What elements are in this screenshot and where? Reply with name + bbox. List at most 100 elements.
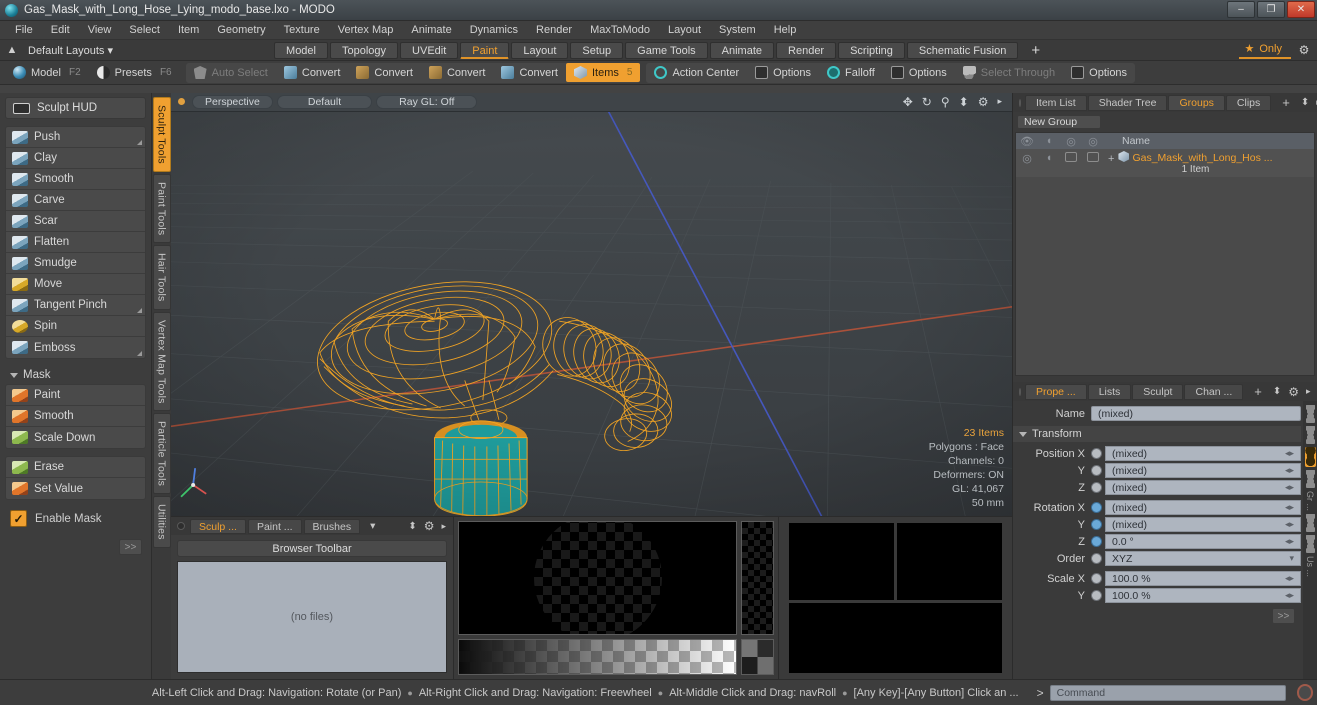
record-icon[interactable] bbox=[1297, 684, 1313, 701]
rotate-icon[interactable]: ↻ bbox=[922, 95, 932, 109]
convert-edge-button[interactable]: Convert bbox=[348, 63, 421, 82]
scale-x-key-dot[interactable] bbox=[1091, 573, 1102, 584]
brush-value-swatch[interactable] bbox=[741, 639, 774, 675]
side-tab-5[interactable] bbox=[1306, 535, 1315, 553]
vtab-vertex-map-tools[interactable]: Vertex Map Tools bbox=[153, 312, 171, 412]
tool-smooth[interactable]: Smooth bbox=[6, 169, 145, 190]
name-field[interactable]: (mixed) bbox=[1091, 406, 1301, 421]
browser-menu-dot-icon[interactable] bbox=[177, 522, 185, 530]
tool-emboss[interactable]: Emboss bbox=[6, 337, 145, 358]
tool-flatten[interactable]: Flatten bbox=[6, 232, 145, 253]
mode-model-button[interactable]: Model F2 bbox=[5, 63, 89, 82]
row-expand-button[interactable]: + bbox=[1104, 149, 1118, 165]
gear-icon[interactable]: ⚙ bbox=[1288, 385, 1299, 399]
stepper-icon[interactable]: ◂▸ bbox=[1285, 448, 1294, 459]
side-tab-3[interactable] bbox=[1306, 470, 1315, 488]
viewport-raygl-button[interactable]: Ray GL: Off bbox=[376, 95, 477, 109]
select-through-options-button[interactable]: Options bbox=[1063, 63, 1135, 82]
tool-push[interactable]: Push bbox=[6, 127, 145, 148]
viewport-shading-button[interactable]: Default bbox=[277, 95, 372, 109]
side-tab-active[interactable] bbox=[1305, 447, 1316, 467]
row-select-toggle[interactable] bbox=[1082, 149, 1104, 162]
preview-render-panel[interactable] bbox=[779, 517, 1012, 679]
brush-value-gradient[interactable] bbox=[458, 639, 737, 675]
menu-geometry[interactable]: Geometry bbox=[208, 21, 274, 40]
tab-item-list[interactable]: Item List bbox=[1025, 95, 1087, 111]
stepper-icon[interactable]: ◂▸ bbox=[1285, 573, 1294, 584]
select-through-button[interactable]: Select Through bbox=[955, 63, 1063, 82]
stepper-icon[interactable]: ◂▸ bbox=[1285, 482, 1294, 493]
position-x-field[interactable]: (mixed)◂▸ bbox=[1105, 446, 1301, 461]
tab-topology[interactable]: Topology bbox=[330, 42, 398, 59]
tool-tangent-pinch[interactable]: Tangent Pinch bbox=[6, 295, 145, 316]
enable-mask-row[interactable]: ✓ Enable Mask bbox=[5, 507, 146, 527]
falloff-options-button[interactable]: Options bbox=[883, 63, 955, 82]
rotation-y-key-dot[interactable] bbox=[1091, 519, 1102, 530]
tool-move[interactable]: Move bbox=[6, 274, 145, 295]
tab-paint[interactable]: Paint bbox=[460, 42, 509, 59]
rotation-z-key-dot[interactable] bbox=[1091, 536, 1102, 547]
tool-smudge[interactable]: Smudge bbox=[6, 253, 145, 274]
mask-tool-smooth[interactable]: Smooth bbox=[6, 406, 145, 427]
enable-mask-checkbox[interactable]: ✓ bbox=[10, 510, 27, 527]
preview-cell-1[interactable] bbox=[789, 523, 894, 600]
tool-scar[interactable]: Scar bbox=[6, 211, 145, 232]
viewport-menu-dot-icon[interactable] bbox=[178, 98, 185, 105]
add-properties-tab-button[interactable]: + bbox=[1244, 384, 1272, 400]
position-y-key-dot[interactable] bbox=[1091, 465, 1102, 476]
position-z-field[interactable]: (mixed)◂▸ bbox=[1105, 480, 1301, 495]
tab-lists[interactable]: Lists bbox=[1088, 384, 1132, 400]
tool-carve[interactable]: Carve bbox=[6, 190, 145, 211]
mask-tool-scale-down[interactable]: Scale Down bbox=[6, 427, 145, 448]
menu-dynamics[interactable]: Dynamics bbox=[461, 21, 527, 40]
mask-tool-paint[interactable]: Paint bbox=[6, 385, 145, 406]
browser-tab-brushes[interactable]: Brushes bbox=[304, 519, 361, 534]
menu-system[interactable]: System bbox=[710, 21, 765, 40]
row-visibility-toggle[interactable]: ◎ bbox=[1016, 149, 1038, 165]
brush-shape-preview[interactable] bbox=[458, 521, 737, 635]
position-z-key-dot[interactable] bbox=[1091, 482, 1102, 493]
home-icon[interactable]: ▲ bbox=[4, 42, 20, 58]
right-panel-menu-dot-icon[interactable] bbox=[1019, 99, 1021, 107]
only-toggle-button[interactable]: ★ Only bbox=[1239, 42, 1292, 59]
vtab-hair-tools[interactable]: Hair Tools bbox=[153, 245, 171, 310]
menu-view[interactable]: View bbox=[79, 21, 121, 40]
mask-section-header[interactable]: Mask bbox=[5, 366, 146, 384]
rotation-x-key-dot[interactable] bbox=[1091, 502, 1102, 513]
falloff-button[interactable]: Falloff bbox=[819, 63, 883, 82]
rotation-y-field[interactable]: (mixed)◂▸ bbox=[1105, 517, 1301, 532]
browser-tab-sculpt[interactable]: Sculp ... bbox=[190, 519, 246, 534]
close-button[interactable]: ✕ bbox=[1287, 1, 1315, 18]
browser-file-list[interactable]: (no files) bbox=[177, 561, 447, 673]
tab-layout[interactable]: Layout bbox=[511, 42, 568, 59]
scale-x-field[interactable]: 100.0 %◂▸ bbox=[1105, 571, 1301, 586]
menu-maxtomodo[interactable]: MaxToModo bbox=[581, 21, 659, 40]
browser-tab-paint[interactable]: Paint ... bbox=[248, 519, 302, 534]
convert-material-button[interactable]: Convert bbox=[493, 63, 566, 82]
menu-texture[interactable]: Texture bbox=[275, 21, 329, 40]
mask-tool-set-value[interactable]: Set Value bbox=[6, 478, 145, 499]
side-tab-user-label[interactable]: Us ... bbox=[1305, 556, 1315, 577]
convert-polygon-button[interactable]: Convert bbox=[421, 63, 494, 82]
fit-icon[interactable]: ⬍ bbox=[959, 95, 969, 109]
stepper-icon[interactable]: ◂▸ bbox=[1285, 536, 1294, 547]
mode-presets-button[interactable]: Presets F6 bbox=[89, 63, 180, 82]
tab-model[interactable]: Model bbox=[274, 42, 328, 59]
menu-animate[interactable]: Animate bbox=[402, 21, 460, 40]
menu-select[interactable]: Select bbox=[120, 21, 169, 40]
chevron-down-icon[interactable]: ▾ bbox=[1289, 553, 1294, 564]
tab-properties[interactable]: Prope ... bbox=[1025, 384, 1087, 400]
chevron-right-icon[interactable]: ▸ bbox=[997, 96, 1002, 107]
table-row[interactable]: ◎ ◖ + Gas_Mask_with_Long_Hos ... 1 Item bbox=[1016, 149, 1314, 177]
expand-panel-button[interactable]: >> bbox=[119, 539, 142, 555]
order-key-dot[interactable] bbox=[1091, 553, 1102, 564]
side-tab-4[interactable] bbox=[1306, 514, 1315, 532]
tab-render[interactable]: Render bbox=[776, 42, 836, 59]
tab-scripting[interactable]: Scripting bbox=[838, 42, 905, 59]
menu-help[interactable]: Help bbox=[765, 21, 806, 40]
add-panel-tab-button[interactable]: + bbox=[1272, 95, 1300, 111]
properties-menu-dot-icon[interactable] bbox=[1019, 388, 1021, 396]
brush-falloff-strip[interactable] bbox=[741, 521, 774, 635]
tab-game-tools[interactable]: Game Tools bbox=[625, 42, 708, 59]
new-group-button[interactable]: New Group bbox=[1017, 115, 1101, 129]
